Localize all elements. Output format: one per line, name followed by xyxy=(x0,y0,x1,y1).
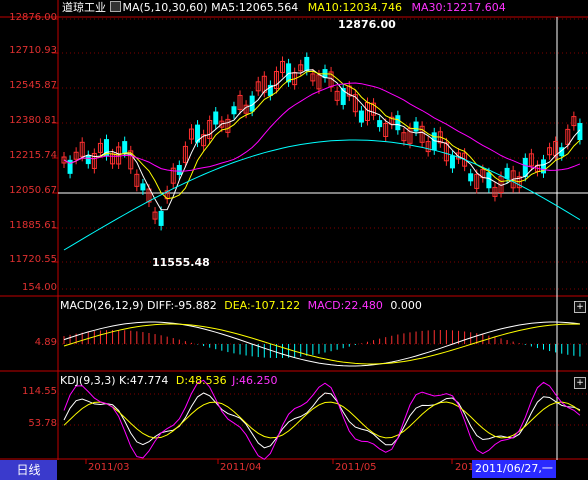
macd-dea: DEA:-107.122 xyxy=(224,299,301,312)
stock-chart-window: 道琼工业 MA(5,10,30,60) MA5:12065.564 MA10:1… xyxy=(0,0,588,480)
j-line xyxy=(63,379,581,460)
date-label: 2011/03 xyxy=(88,462,130,473)
high-price-marker: 12876.00 xyxy=(338,18,396,31)
price-tick: 12876.00 xyxy=(9,12,57,23)
d-line xyxy=(63,401,581,439)
candle-body xyxy=(486,172,492,189)
instrument-title: 道琼工业 xyxy=(62,1,106,14)
candle-body xyxy=(377,120,383,128)
macd-zero: 0.000 xyxy=(390,299,422,312)
macd-expand-button[interactable]: + xyxy=(574,301,586,313)
candle-body xyxy=(231,106,237,115)
kdj-tick: 53.78 xyxy=(28,418,57,429)
date-label: 2011/04 xyxy=(220,462,262,473)
kdj-header: KDJ(9,3,3) K:47.774 D:48.536 J:46.250 xyxy=(60,373,278,389)
price-tick: 12050.67 xyxy=(9,185,57,196)
kdj-d: D:48.536 xyxy=(175,374,227,387)
candle-body xyxy=(213,111,219,125)
candle-body xyxy=(85,155,91,165)
candle-body xyxy=(395,115,401,131)
candle-body xyxy=(122,141,128,154)
price-tick: 12215.74 xyxy=(9,150,57,161)
toggle-icon[interactable] xyxy=(109,1,121,12)
candle-body xyxy=(413,121,419,132)
k-line xyxy=(63,392,581,449)
candle-body xyxy=(140,183,146,191)
ma10-value: MA10:12034.746 xyxy=(307,1,403,14)
candle-body xyxy=(468,173,474,182)
macd-diff: DIFF:-95.882 xyxy=(147,299,217,312)
cursor-date-label: 2011/06/27,一 xyxy=(472,460,556,478)
candle-body xyxy=(449,155,455,169)
low-price-marker: 11555.48 xyxy=(152,256,210,269)
chart-canvas[interactable] xyxy=(0,0,588,480)
kdj-j: J:46.250 xyxy=(232,374,278,387)
candle-body xyxy=(358,110,364,123)
price-tick: 12710.93 xyxy=(9,45,57,56)
kdj-tick: 114.55 xyxy=(22,386,57,397)
macd-header: MACD(26,12,9) DIFF:-95.882 DEA:-107.122 … xyxy=(60,298,422,314)
candle-body xyxy=(158,210,164,226)
period-tab-daily[interactable]: 日线 xyxy=(0,460,57,480)
date-label: 2011/05 xyxy=(335,462,377,473)
price-tick: 12380.81 xyxy=(9,115,57,126)
kdj-label: KDJ(9,3,3) xyxy=(60,374,116,387)
price-tick: 11885.61 xyxy=(9,220,57,231)
candle-body xyxy=(176,164,182,175)
price-tick: 11720.55 xyxy=(9,254,57,265)
candle-body xyxy=(504,167,510,179)
macd-tick: 154.00 xyxy=(22,282,57,293)
ma5-value: MA5:12065.564 xyxy=(211,1,299,14)
kdj-k: K:47.774 xyxy=(119,374,169,387)
ma30-value: MA30:12217.604 xyxy=(411,1,506,14)
price-tick: 12545.87 xyxy=(9,80,57,91)
macd-value: MACD:22.480 xyxy=(307,299,383,312)
main-header: 道琼工业 MA(5,10,30,60) MA5:12065.564 MA10:1… xyxy=(62,0,506,16)
kdj-expand-button[interactable]: + xyxy=(574,377,586,389)
candle-body xyxy=(304,56,310,71)
macd-tick: 4.89 xyxy=(34,337,57,348)
macd-label: MACD(26,12,9) xyxy=(60,299,144,312)
ma-params: MA(5,10,30,60) xyxy=(122,1,208,14)
candle-body xyxy=(522,157,528,177)
